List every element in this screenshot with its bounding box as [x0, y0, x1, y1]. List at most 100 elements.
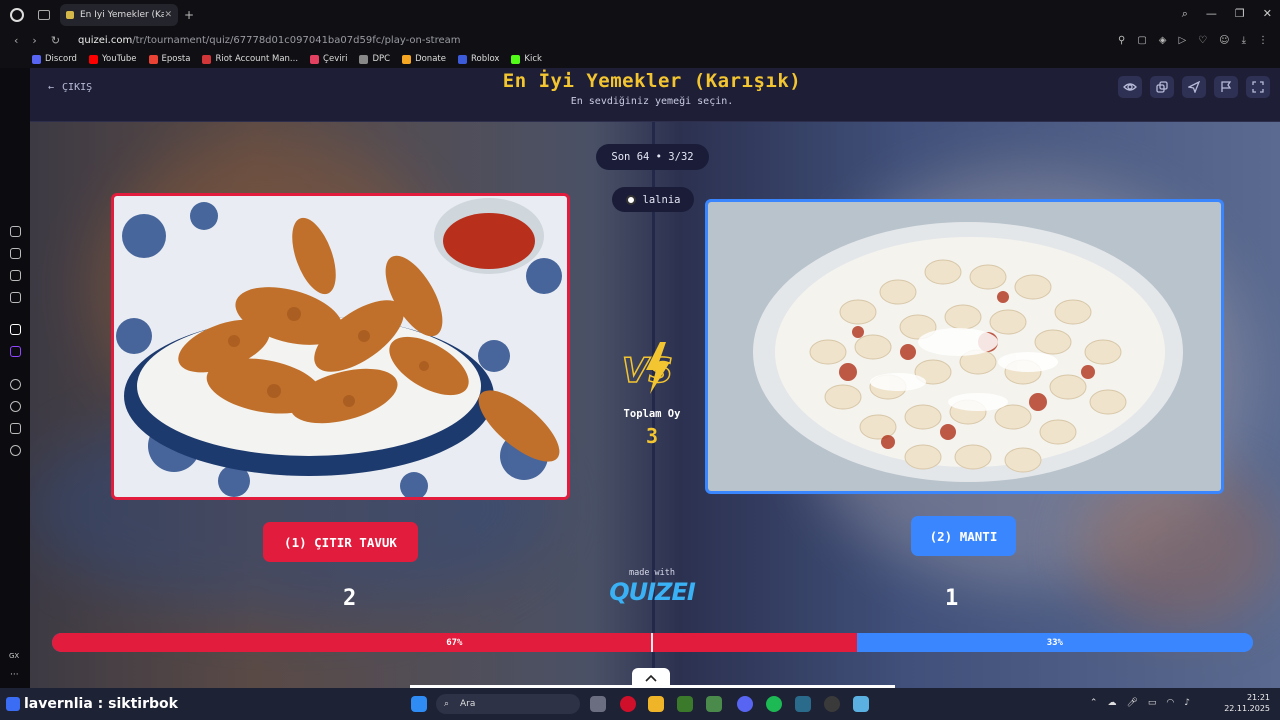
heart-icon[interactable]: ♡ [1198, 35, 1207, 46]
taskbar-clock[interactable]: 21:21 22.11.2025 [1210, 692, 1270, 714]
chevron-up-icon[interactable]: ⌃ [1090, 698, 1098, 708]
volume-icon[interactable]: ♪ [1184, 698, 1190, 708]
pin-icon[interactable]: ⚲ [1118, 35, 1125, 46]
choose-right-button[interactable]: (2) MANTI [911, 516, 1016, 556]
bookmark-item[interactable]: Donate [402, 54, 446, 64]
bookmark-item[interactable]: DPC [359, 54, 390, 64]
sidebar-more-icon[interactable]: ··· [10, 670, 19, 680]
bookmark-item[interactable]: YouTube [88, 54, 137, 64]
bookmarks-bar: Discord YouTube Eposta Riot Account Man... Ç… [0, 50, 1280, 68]
sidebar-bot-icon[interactable] [10, 248, 21, 259]
minimize-icon[interactable]: — [1206, 7, 1217, 21]
new-tab-button[interactable]: + [184, 8, 194, 22]
sidebar-history-icon[interactable] [10, 401, 21, 412]
url-domain: quizei.com [78, 34, 133, 46]
app-icon[interactable] [706, 696, 722, 712]
svg-text:VS: VS [622, 351, 673, 391]
flag-icon [1221, 81, 1232, 92]
clock-date: 22.11.2025 [1224, 704, 1270, 713]
task-view-icon[interactable] [590, 696, 606, 712]
discord-taskbar-icon[interactable] [737, 696, 753, 712]
bookmark-item[interactable]: Riot Account Man... [202, 54, 298, 64]
url-path: /tr/tournament/quiz/67778d01c097041ba07d… [132, 34, 461, 46]
play-icon[interactable]: ▷ [1178, 35, 1186, 46]
sidebar-extensions-icon[interactable] [10, 423, 21, 434]
tab-close-icon[interactable]: ✕ [164, 10, 172, 20]
sidebar-twitch-icon[interactable] [10, 346, 21, 357]
bookmark-favicon-icon [32, 54, 41, 64]
reload-icon[interactable]: ↻ [51, 34, 60, 47]
taskbar-search[interactable]: ⌕ Ara [436, 694, 580, 714]
notepad-icon[interactable] [853, 696, 869, 712]
forward-icon[interactable]: › [32, 34, 36, 47]
wifi-icon[interactable]: ◠ [1166, 698, 1174, 708]
sidebar-gallery-icon[interactable] [10, 270, 21, 281]
window-controls: ⌕ — ❐ ✕ [1182, 7, 1272, 21]
header-actions [1118, 76, 1270, 98]
bookmark-item[interactable]: Roblox [457, 54, 499, 64]
share-button[interactable] [1182, 76, 1206, 98]
option-card-left[interactable] [111, 193, 570, 500]
send-icon [1188, 81, 1200, 93]
streamer-badge: lalnia [612, 187, 694, 212]
bookmark-item[interactable]: Çeviri [310, 54, 347, 64]
report-button[interactable] [1214, 76, 1238, 98]
sidebar-gx-label[interactable]: GX [9, 652, 19, 660]
workspaces-icon[interactable] [38, 10, 50, 20]
nvidia-icon[interactable] [677, 696, 693, 712]
food-photo-fried-chicken [114, 196, 567, 497]
stream-chat-icon [6, 697, 20, 711]
browser-sidebar: GX ··· [0, 68, 30, 688]
option-card-right[interactable] [705, 199, 1224, 494]
browser-tab-active[interactable]: En İyi Yemekler (Karışık) ✕ [60, 4, 178, 26]
network-icon[interactable]: ▭ [1148, 698, 1157, 708]
file-explorer-icon[interactable] [648, 696, 664, 712]
download-icon[interactable]: ⤓ [1242, 35, 1246, 46]
obs-icon[interactable] [824, 696, 840, 712]
app-icon[interactable] [795, 696, 811, 712]
sidebar-settings-icon[interactable] [10, 445, 21, 456]
opera-gx-taskbar-icon[interactable] [620, 696, 636, 712]
bookmark-label: Çeviri [323, 54, 348, 64]
chevron-up-icon [645, 674, 657, 682]
search-tabs-icon[interactable]: ⌕ [1182, 7, 1188, 21]
choose-left-button[interactable]: (1) ÇITIR TAVUK [263, 522, 418, 562]
left-vote-count: 2 [343, 586, 357, 611]
mic-icon[interactable]: 🎤︎ [1126, 698, 1137, 708]
kick-icon [625, 194, 636, 205]
bookmark-favicon-icon [148, 54, 158, 64]
back-icon[interactable]: ‹ [14, 34, 18, 47]
bookmark-item[interactable]: Discord [32, 54, 77, 64]
address-bar[interactable]: quizei.com/tr/tournament/quiz/67778d01c0… [78, 35, 460, 46]
tab-favicon-icon [66, 11, 74, 19]
profile-icon[interactable]: ☺ [1219, 35, 1229, 46]
sidebar-aria-icon[interactable] [10, 324, 21, 335]
bookmark-item[interactable]: Kick [511, 54, 542, 64]
copy-icon [1156, 81, 1168, 93]
bookmark-label: Kick [524, 54, 542, 64]
total-votes-value: 3 [645, 424, 659, 448]
bookmark-item[interactable]: Eposta [148, 54, 190, 64]
shield-icon[interactable]: ◈ [1159, 35, 1167, 46]
quizei-logo[interactable]: QUIZEI [602, 578, 702, 606]
sidebar-speed-dial-icon[interactable] [10, 226, 21, 237]
spotify-icon[interactable] [766, 696, 782, 712]
copy-button[interactable] [1150, 76, 1174, 98]
round-indicator: Son 64 • 3/32 [596, 144, 709, 170]
close-window-icon[interactable]: ✕ [1263, 7, 1272, 21]
sidebar-m-icon[interactable] [10, 292, 21, 303]
eye-button[interactable] [1118, 76, 1142, 98]
weather-icon[interactable]: ☁ [1107, 698, 1116, 708]
opera-logo-icon[interactable] [10, 8, 24, 22]
fullscreen-button[interactable] [1246, 76, 1270, 98]
bookmark-label: Riot Account Man... [215, 54, 299, 64]
scroll-up-button[interactable] [632, 668, 670, 688]
streamer-name: lalnia [642, 193, 681, 206]
snapshot-icon[interactable]: ▢ [1137, 35, 1146, 46]
bookmark-favicon-icon [457, 54, 467, 64]
sidebar-player-icon[interactable] [10, 379, 21, 390]
menu-icon[interactable]: ⋮ [1258, 35, 1268, 46]
maximize-icon[interactable]: ❐ [1235, 7, 1245, 21]
windows-start-icon[interactable] [411, 696, 427, 712]
windows-taskbar [0, 688, 1280, 720]
